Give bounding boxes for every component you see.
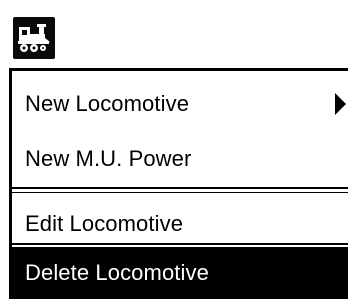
menu-item-label: Delete Locomotive (25, 260, 209, 285)
menu-divider (12, 187, 348, 189)
menu-item-new-locomotive[interactable]: New Locomotive (12, 79, 348, 129)
menu-item-edit-locomotive[interactable]: Edit Locomotive (12, 199, 348, 249)
menu-item-new-mu-power[interactable]: New M.U. Power (12, 134, 348, 184)
menu-divider (12, 192, 348, 193)
menu-item-label: New Locomotive (25, 91, 190, 116)
locomotive-toolbar-button[interactable] (13, 17, 55, 59)
locomotive-menu: New Locomotive New M.U. Power Edit Locom… (9, 68, 348, 299)
chevron-right-icon (335, 93, 346, 115)
menu-item-label: New M.U. Power (25, 146, 192, 171)
locomotive-icon (18, 24, 50, 52)
menu-item-delete-locomotive[interactable]: Delete Locomotive (12, 247, 348, 299)
menu-divider (12, 243, 348, 245)
menu-item-label: Edit Locomotive (25, 211, 184, 236)
